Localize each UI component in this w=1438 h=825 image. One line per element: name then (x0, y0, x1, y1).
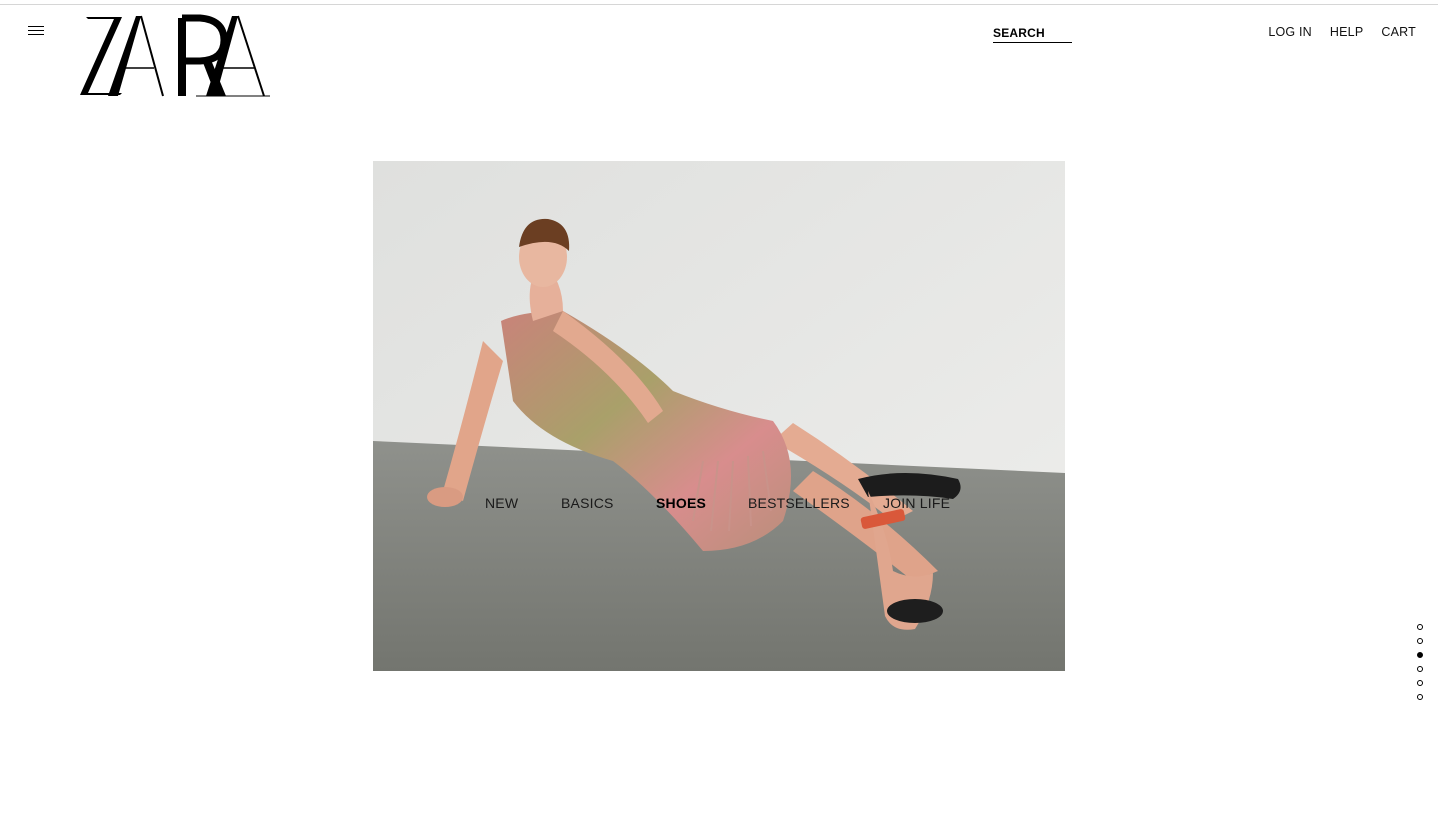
slide-dot[interactable] (1417, 638, 1423, 644)
slide-dot[interactable] (1417, 624, 1423, 630)
hero-image[interactable] (373, 161, 1065, 671)
top-divider (0, 4, 1438, 5)
search-link[interactable]: SEARCH (993, 26, 1072, 43)
help-link[interactable]: HELP (1330, 25, 1363, 39)
slide-dot[interactable] (1417, 652, 1423, 658)
cart-link[interactable]: CART (1381, 25, 1416, 39)
log-in-link[interactable]: LOG IN (1268, 25, 1312, 39)
hamburger-menu-icon[interactable] (28, 24, 44, 38)
category-navigation: NEW BASICS SHOES BESTSELLERS JOIN LIFE (485, 495, 985, 513)
category-basics[interactable]: BASICS (561, 495, 614, 511)
header-account-links: LOG IN HELP CART (1268, 25, 1416, 39)
category-bestsellers[interactable]: BESTSELLERS (748, 495, 850, 511)
category-new[interactable]: NEW (485, 495, 518, 511)
zara-logo[interactable] (78, 14, 272, 98)
slide-dot[interactable] (1417, 694, 1423, 700)
slide-dot[interactable] (1417, 666, 1423, 672)
slide-indicator (1417, 624, 1423, 708)
slide-dot[interactable] (1417, 680, 1423, 686)
category-shoes[interactable]: SHOES (656, 495, 706, 511)
category-join-life[interactable]: JOIN LIFE (883, 495, 950, 511)
